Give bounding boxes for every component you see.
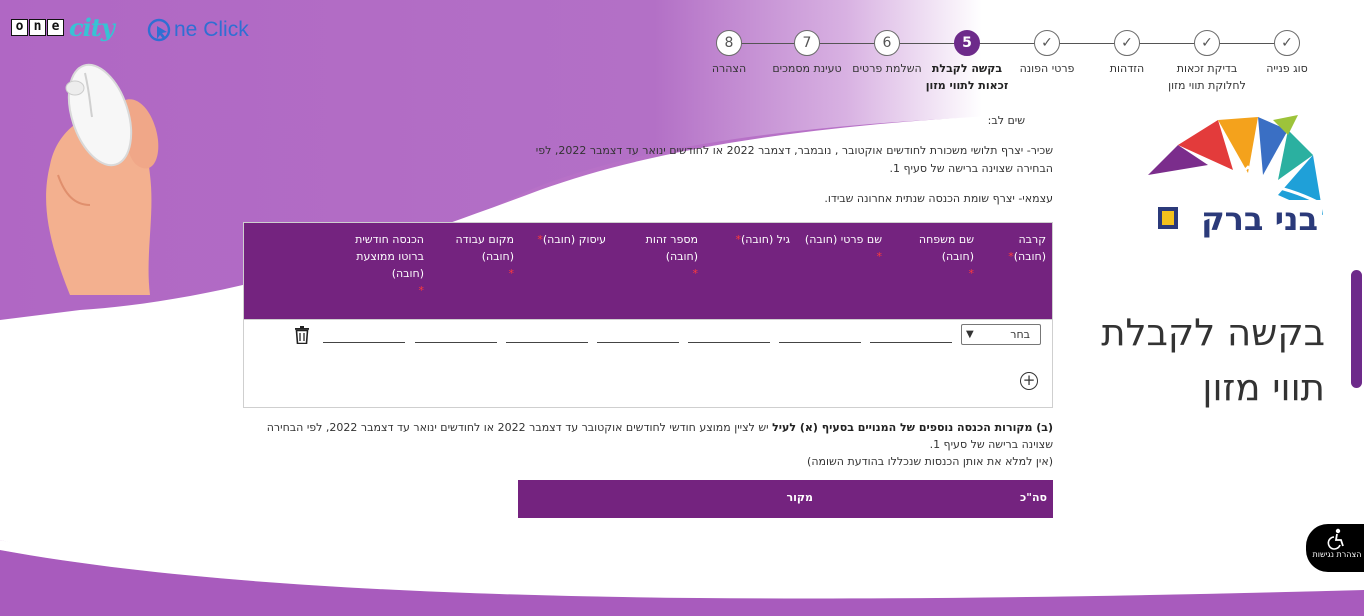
onecity-logo[interactable]: o n e city bbox=[11, 13, 115, 42]
step-2-done[interactable]: ✓ בדיקת זכאות לחלוקת תווי מזון bbox=[1162, 30, 1252, 94]
required-mark: * bbox=[968, 267, 975, 280]
step-1-done[interactable]: ✓ סוג פנייה bbox=[1242, 30, 1332, 77]
first-name-field[interactable] bbox=[779, 327, 861, 343]
step-number: 5 bbox=[954, 30, 980, 56]
col-label: גיל (חובה) bbox=[740, 233, 790, 246]
salaried-note: שכיר- יצרף תלושי משכורת לחודשים אוקטובר … bbox=[535, 144, 1053, 175]
self-employed-note: עצמאי- יצרף שומת הכנסה שנתית אחרונה שביד… bbox=[824, 192, 1053, 205]
check-icon: ✓ bbox=[1114, 30, 1140, 56]
form-content: שים לב: שכיר- יצרף תלושי משכורת לחודשים … bbox=[241, 112, 1053, 518]
step-6[interactable]: 6 השלמת פרטים bbox=[842, 30, 932, 77]
select-value: בחר bbox=[1010, 328, 1030, 341]
table-header: קרבה (חובה)* שם משפחה (חובה) * שם פרטי (ח… bbox=[244, 223, 1052, 319]
col-label: מספר זהות (חובה) bbox=[645, 233, 698, 263]
required-mark: * bbox=[508, 267, 515, 280]
accessibility-label: הצהרת נגישות bbox=[1312, 550, 1362, 559]
table-row: בחר ▼ + bbox=[244, 319, 1052, 407]
required-mark: * bbox=[692, 267, 699, 280]
step-label: בדיקת זכאות לחלוקת תווי מזון bbox=[1168, 62, 1246, 92]
col-label: קרבה (חובה) bbox=[1013, 233, 1046, 263]
col-occupation: עיסוק (חובה)* bbox=[516, 231, 608, 319]
step-5-current[interactable]: 5 בקשה לקבלת זכאות לתווי מזון bbox=[922, 30, 1012, 94]
col-label: שם משפחה (חובה) bbox=[918, 233, 974, 263]
page-title-line2: תווי מזון bbox=[1202, 366, 1325, 409]
id-number-field[interactable] bbox=[597, 327, 679, 343]
step-number: 8 bbox=[716, 30, 742, 56]
required-mark: * bbox=[418, 284, 425, 297]
chevron-down-icon: ▼ bbox=[966, 329, 974, 340]
step-3-done[interactable]: ✓ הזדהות bbox=[1082, 30, 1172, 77]
additional-income-table-header: סה"כ מקור bbox=[518, 480, 1053, 518]
col-relation: קרבה (חובה)* bbox=[976, 231, 1048, 319]
accessibility-icon bbox=[1327, 528, 1344, 550]
check-icon: ✓ bbox=[1274, 30, 1300, 56]
workplace-field[interactable] bbox=[415, 327, 497, 343]
col-id-number: מספר זהות (חובה) * bbox=[608, 231, 700, 319]
notes-title: שים לב: bbox=[987, 114, 1025, 127]
col-source: מקור bbox=[786, 491, 813, 504]
bnei-brak-logo: בני ברק bbox=[1144, 115, 1324, 240]
last-name-field[interactable] bbox=[870, 327, 952, 343]
step-4-done[interactable]: ✓ פרטי הפונה bbox=[1002, 30, 1092, 77]
section-b-note: (אין למלא את אותן הכנסות שנכללו בהודעת ה… bbox=[807, 455, 1053, 468]
step-label: הזדהות bbox=[1109, 62, 1145, 75]
relation-select[interactable]: בחר ▼ bbox=[961, 324, 1041, 345]
onecity-letter: n bbox=[29, 19, 46, 36]
step-label: הצהרה bbox=[711, 62, 747, 75]
col-label: שם פרטי (חובה) bbox=[804, 233, 882, 246]
col-label: הכנסה חודשית ברוטו ממוצעת (חובה) bbox=[355, 233, 424, 280]
household-income-table: קרבה (חובה)* שם משפחה (חובה) * שם פרטי (ח… bbox=[243, 222, 1053, 408]
col-income: הכנסה חודשית ברוטו ממוצעת (חובה) * bbox=[336, 231, 426, 319]
income-field[interactable] bbox=[323, 327, 405, 343]
hand-mouse-illustration bbox=[46, 63, 159, 295]
col-first-name: שם פרטי (חובה) * bbox=[792, 231, 884, 319]
col-label: עיסוק (חובה) bbox=[542, 233, 606, 246]
step-number: 6 bbox=[874, 30, 900, 56]
onecity-letter: e bbox=[47, 19, 64, 36]
oneclick-logo[interactable]: ne Click bbox=[146, 17, 249, 43]
col-age: גיל (חובה)* bbox=[700, 231, 792, 319]
step-8[interactable]: 8 הצהרה bbox=[684, 30, 774, 77]
step-7[interactable]: 7 טעינת מסמכים bbox=[762, 30, 852, 77]
col-label: מקום עבודה (חובה) bbox=[455, 233, 514, 263]
check-icon: ✓ bbox=[1034, 30, 1060, 56]
step-label: בקשה לקבלת זכאות לתווי מזון bbox=[925, 62, 1009, 92]
city-logo-text: בני ברק bbox=[1201, 200, 1318, 238]
add-row-button[interactable]: + bbox=[1020, 372, 1038, 390]
page-title-line1: בקשה לקבלת bbox=[1101, 311, 1325, 354]
step-label: השלמת פרטים bbox=[852, 62, 922, 75]
section-b-text: (ב) מקורות הכנסה נוספים של המנויים בסעיף… bbox=[241, 419, 1053, 470]
accessibility-statement-button[interactable]: הצהרת נגישות bbox=[1306, 524, 1364, 572]
step-number: 7 bbox=[794, 30, 820, 56]
col-last-name: שם משפחה (חובה) * bbox=[884, 231, 976, 319]
onecity-suffix: city bbox=[69, 13, 115, 42]
side-scrollbar[interactable] bbox=[1351, 270, 1362, 388]
required-mark: * bbox=[876, 250, 883, 263]
check-icon: ✓ bbox=[1194, 30, 1220, 56]
oneclick-text: ne Click bbox=[174, 18, 249, 41]
trash-icon[interactable] bbox=[294, 326, 310, 344]
age-field[interactable] bbox=[688, 327, 770, 343]
col-workplace: מקום עבודה (חובה) * bbox=[426, 231, 516, 319]
section-b-bold: (ב) מקורות הכנסה נוספים של המנויים בסעיף… bbox=[772, 421, 1053, 434]
step-label: סוג פנייה bbox=[1266, 62, 1308, 75]
cursor-o-icon bbox=[147, 18, 171, 42]
col-total: סה"כ bbox=[1020, 491, 1047, 504]
step-label: פרטי הפונה bbox=[1019, 62, 1075, 75]
onecity-letter: o bbox=[11, 19, 28, 36]
occupation-field[interactable] bbox=[506, 327, 588, 343]
page-title: בקשה לקבלת תווי מזון bbox=[1080, 305, 1325, 415]
plus-icon: + bbox=[1022, 371, 1036, 389]
step-label: טעינת מסמכים bbox=[772, 62, 842, 75]
progress-stepper: 8 הצהרה 7 טעינת מסמכים 6 השלמת פרטים 5 ב… bbox=[700, 30, 1320, 100]
